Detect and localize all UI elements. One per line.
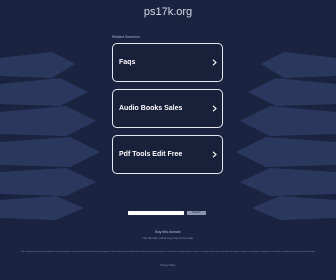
related-searches-label: Related Searches [112, 35, 140, 39]
chevron-right-icon [212, 105, 217, 112]
buy-domain-link[interactable]: Buy this domain [0, 230, 336, 234]
chevron-right-icon [212, 59, 217, 66]
privacy-policy-link[interactable]: Privacy Policy [0, 264, 336, 267]
search-bar: Search [128, 211, 206, 215]
domain-sale-text: The domain ps17k.org may be for sale. [141, 236, 195, 240]
disclaimer-text: This webpage was generated by the domain… [20, 251, 316, 253]
left-decoration [0, 52, 100, 220]
right-decoration [236, 52, 336, 220]
link-audio-books-sales[interactable]: Audio Books Sales [112, 89, 223, 128]
link-label: Faqs [119, 59, 136, 66]
search-input[interactable] [128, 211, 184, 215]
link-label: Audio Books Sales [119, 105, 183, 112]
search-button[interactable]: Search [187, 211, 206, 215]
link-label: Pdf Tools Edit Free [119, 151, 183, 158]
domain-title: ps17k.org [143, 6, 193, 18]
link-pdf-tools-edit-free[interactable]: Pdf Tools Edit Free [112, 135, 223, 174]
chevron-right-icon [212, 151, 217, 158]
link-faqs[interactable]: Faqs [112, 43, 223, 82]
